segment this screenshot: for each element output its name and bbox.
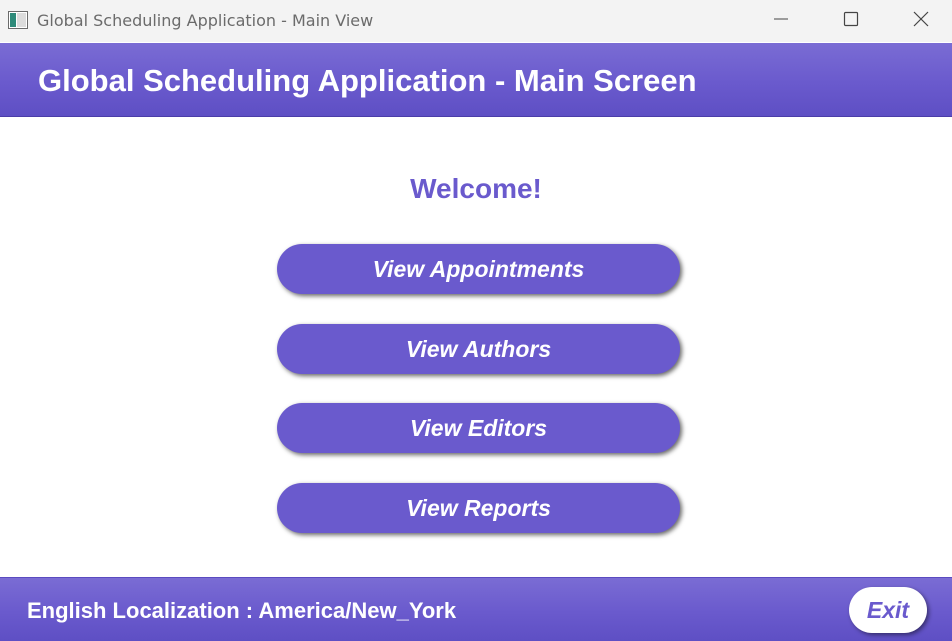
app-window-icon [8,11,28,29]
view-editors-button[interactable]: View Editors [277,403,680,453]
application-window: Global Scheduling Application - Main Vie… [0,0,952,641]
window-title-bar[interactable]: Global Scheduling Application - Main Vie… [0,0,952,42]
welcome-heading: Welcome! [410,173,542,204]
minimize-icon [773,11,789,32]
view-authors-button[interactable]: View Authors [277,324,680,374]
close-icon [913,11,929,32]
footer-bar: English Localization : America/New_York … [0,577,952,641]
maximize-button[interactable] [828,0,874,42]
window-title: Global Scheduling Application - Main Vie… [37,11,374,30]
localization-status: English Localization : America/New_York [27,598,457,623]
maximize-icon [843,11,859,32]
close-button[interactable] [898,0,944,42]
view-reports-button[interactable]: View Reports [277,483,680,533]
minimize-button[interactable] [758,0,804,42]
exit-button[interactable]: Exit [849,587,927,633]
view-appointments-button[interactable]: View Appointments [277,244,680,294]
page-title: Global Scheduling Application - Main Scr… [38,63,697,98]
app-header: Global Scheduling Application - Main Scr… [0,43,952,117]
